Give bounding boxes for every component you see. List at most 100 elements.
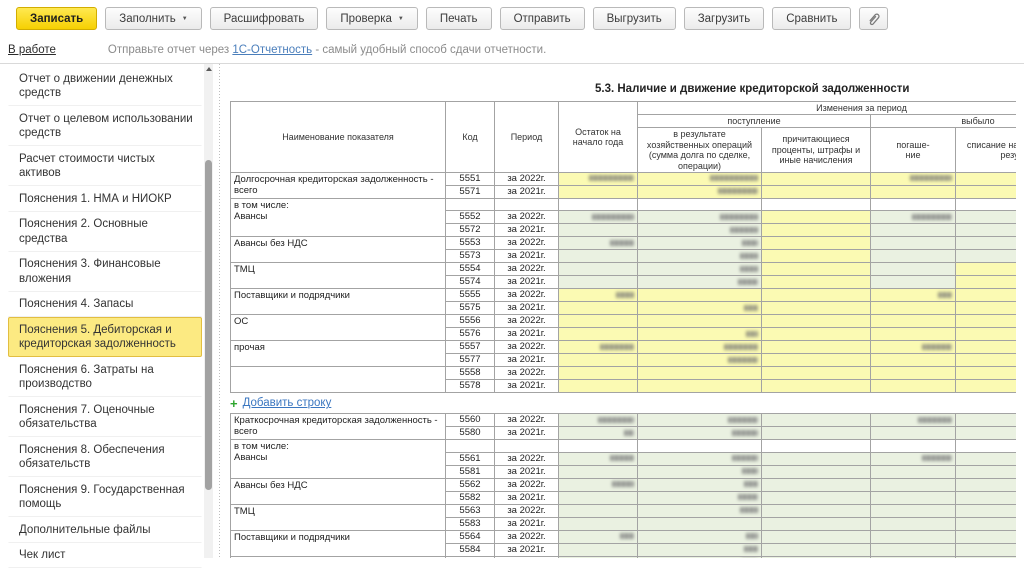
value-cell-writeoff[interactable] [956, 341, 1017, 354]
value-cell-writeoff[interactable] [956, 302, 1017, 315]
value-cell-incoming-operations[interactable] [638, 478, 762, 491]
value-cell-incoming-operations[interactable] [638, 517, 762, 530]
value-cell-opening-balance[interactable] [559, 250, 638, 263]
value-cell-incoming-operations[interactable] [638, 289, 762, 302]
value-cell-repaid[interactable] [871, 263, 956, 276]
value-cell-incoming-interest[interactable] [762, 380, 871, 393]
value-cell-incoming-interest[interactable] [762, 328, 871, 341]
1c-reporting-link[interactable]: 1С-Отчетность [232, 44, 312, 56]
value-cell-repaid[interactable] [871, 504, 956, 517]
add-icon[interactable]: + [230, 397, 238, 410]
value-cell-incoming-interest[interactable] [762, 478, 871, 491]
value-cell-opening-balance[interactable] [559, 173, 638, 186]
value-cell-writeoff[interactable] [956, 504, 1017, 517]
value-cell-writeoff[interactable] [956, 517, 1017, 530]
sidebar-item-check-list[interactable]: Чек лист [8, 543, 202, 568]
fill-button[interactable]: Заполнить▼ [105, 7, 201, 30]
value-cell-opening-balance[interactable] [559, 367, 638, 380]
value-cell-incoming-operations[interactable] [638, 491, 762, 504]
value-cell-writeoff[interactable] [956, 478, 1017, 491]
value-cell-writeoff[interactable] [956, 186, 1017, 199]
save-button[interactable]: Записать [16, 7, 97, 30]
value-cell-repaid[interactable] [871, 414, 956, 427]
sidebar-item-notes-5-debts[interactable]: Пояснения 5. Дебиторская и кредиторская … [8, 317, 202, 357]
value-cell-opening-balance[interactable] [559, 328, 638, 341]
value-cell-incoming-operations[interactable] [638, 414, 762, 427]
value-cell-incoming-interest[interactable] [762, 224, 871, 237]
sidebar-item-extra-files[interactable]: Дополнительные файлы [8, 517, 202, 543]
value-cell-writeoff[interactable] [956, 354, 1017, 367]
value-cell-writeoff[interactable] [956, 315, 1017, 328]
value-cell-incoming-interest[interactable] [762, 302, 871, 315]
value-cell-incoming-operations[interactable] [638, 237, 762, 250]
sidebar-item-notes-2-fixed-assets[interactable]: Пояснения 2. Основные средства [8, 212, 202, 252]
value-cell-incoming-interest[interactable] [762, 263, 871, 276]
value-cell-incoming-interest[interactable] [762, 427, 871, 440]
value-cell-repaid[interactable] [871, 237, 956, 250]
value-cell-incoming-operations[interactable] [638, 367, 762, 380]
value-cell-incoming-operations[interactable] [638, 354, 762, 367]
export-button[interactable]: Выгрузить [593, 7, 676, 30]
sidebar-item-notes-9-state-aid[interactable]: Пояснения 9. Государственная помощь [8, 477, 202, 517]
value-cell-writeoff[interactable] [956, 380, 1017, 393]
sidebar-scrollbar[interactable] [204, 64, 213, 558]
sidebar-item-notes-8-collateral[interactable]: Пояснения 8. Обеспечения обязательств [8, 437, 202, 477]
value-cell-opening-balance[interactable] [559, 211, 638, 224]
value-cell-incoming-operations[interactable] [638, 504, 762, 517]
value-cell-writeoff[interactable] [956, 237, 1017, 250]
value-cell-repaid[interactable] [871, 173, 956, 186]
value-cell-incoming-operations[interactable] [638, 224, 762, 237]
value-cell-opening-balance[interactable] [559, 263, 638, 276]
sidebar-item-notes-7-estimated[interactable]: Пояснения 7. Оценочные обязательства [8, 397, 202, 437]
value-cell-writeoff[interactable] [956, 250, 1017, 263]
value-cell-writeoff[interactable] [956, 173, 1017, 186]
value-cell-repaid[interactable] [871, 276, 956, 289]
value-cell-incoming-interest[interactable] [762, 341, 871, 354]
row-name-cell[interactable] [231, 367, 446, 393]
value-cell-incoming-operations[interactable] [638, 186, 762, 199]
decipher-button[interactable]: Расшифровать [210, 7, 319, 30]
scroll-up-icon[interactable] [206, 67, 212, 71]
value-cell-repaid[interactable] [871, 328, 956, 341]
value-cell-opening-balance[interactable] [559, 224, 638, 237]
value-cell-writeoff[interactable] [956, 328, 1017, 341]
value-cell-incoming-interest[interactable] [762, 237, 871, 250]
value-cell-opening-balance[interactable] [559, 237, 638, 250]
value-cell-writeoff[interactable] [956, 289, 1017, 302]
check-button[interactable]: Проверка▼ [326, 7, 417, 30]
value-cell-opening-balance[interactable] [559, 341, 638, 354]
value-cell-opening-balance[interactable] [559, 276, 638, 289]
value-cell-incoming-operations[interactable] [638, 543, 762, 556]
value-cell-repaid[interactable] [871, 289, 956, 302]
value-cell-incoming-operations[interactable] [638, 302, 762, 315]
value-cell-incoming-interest[interactable] [762, 186, 871, 199]
value-cell-incoming-interest[interactable] [762, 315, 871, 328]
value-cell-repaid[interactable] [871, 491, 956, 504]
value-cell-repaid[interactable] [871, 354, 956, 367]
add-row-link[interactable]: Добавить строку [243, 397, 332, 409]
value-cell-opening-balance[interactable] [559, 186, 638, 199]
scrollbar-thumb[interactable] [205, 160, 212, 490]
value-cell-writeoff[interactable] [956, 427, 1017, 440]
sidebar-item-notes-3-fin-invest[interactable]: Пояснения 3. Финансовые вложения [8, 252, 202, 292]
value-cell-repaid[interactable] [871, 452, 956, 465]
value-cell-repaid[interactable] [871, 211, 956, 224]
value-cell-opening-balance[interactable] [559, 315, 638, 328]
sidebar-item-cash-flow-report[interactable]: Отчет о движении денежных средств [8, 66, 202, 106]
value-cell-writeoff[interactable] [956, 211, 1017, 224]
value-cell-repaid[interactable] [871, 341, 956, 354]
value-cell-incoming-interest[interactable] [762, 517, 871, 530]
value-cell-writeoff[interactable] [956, 367, 1017, 380]
value-cell-repaid[interactable] [871, 478, 956, 491]
value-cell-repaid[interactable] [871, 250, 956, 263]
value-cell-writeoff[interactable] [956, 543, 1017, 556]
value-cell-writeoff[interactable] [956, 414, 1017, 427]
value-cell-incoming-interest[interactable] [762, 452, 871, 465]
value-cell-incoming-operations[interactable] [638, 173, 762, 186]
value-cell-incoming-interest[interactable] [762, 543, 871, 556]
pane-splitter[interactable] [219, 64, 220, 558]
sidebar-item-notes-6-production[interactable]: Пояснения 6. Затраты на производство [8, 357, 202, 397]
value-cell-opening-balance[interactable] [559, 491, 638, 504]
value-cell-incoming-interest[interactable] [762, 211, 871, 224]
value-cell-incoming-interest[interactable] [762, 354, 871, 367]
